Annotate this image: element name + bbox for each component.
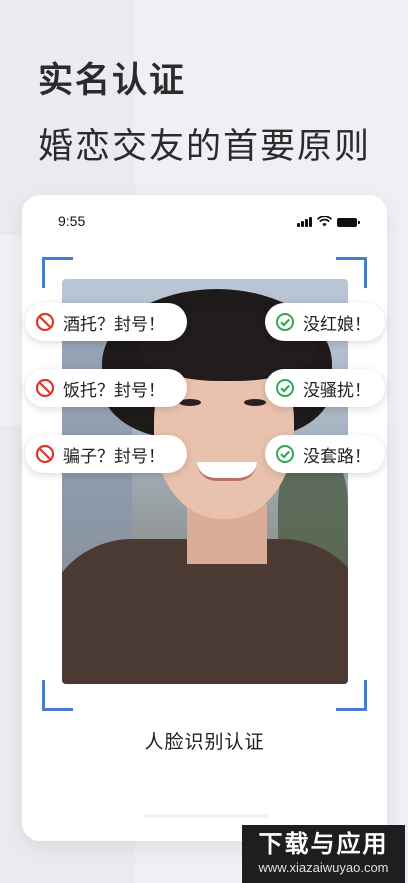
prohibited-icon [35,378,55,398]
watermark-title: 下载与应用 [258,830,389,858]
tag-no-matchmaker: 没红娘！ [265,303,385,341]
tag-no-harassment: 没骚扰！ [265,369,385,407]
status-time: 9:55 [58,213,86,229]
tag-label: 没套路！ [303,446,371,467]
prohibited-icon [35,444,55,464]
page-subtitle: 婚恋交友的首要原则 [38,127,372,167]
phone-mockup: 9:55 人脸识别认证 [22,195,387,841]
tag-label: 酒托？封号！ [63,314,165,335]
status-icons [297,216,360,227]
watermark: 下载与应用 www.xiazaiwuyao.com [242,825,405,883]
watermark-url: www.xiazaiwuyao.com [258,860,389,875]
scan-frame-corner-bottom-left [42,680,73,711]
tag-label: 没红娘！ [303,314,371,335]
face-recognition-caption: 人脸识别认证 [144,731,265,753]
check-circle-icon [276,313,294,331]
cellular-signal-icon [297,217,312,227]
tag-label: 饭托？封号！ [63,380,165,401]
page-title: 实名认证 [38,61,187,101]
status-bar: 9:55 [22,195,387,245]
battery-icon [337,218,360,227]
home-indicator [144,814,269,818]
check-circle-icon [276,379,294,397]
tag-drink-scam-banned: 酒托？封号！ [25,303,187,341]
wifi-icon [317,216,332,227]
prohibited-icon [35,312,55,332]
tag-meal-scam-banned: 饭托？封号！ [25,369,187,407]
scan-frame-corner-bottom-right [336,680,367,711]
check-circle-icon [276,445,294,463]
tag-no-tricks: 没套路！ [265,435,385,473]
tag-label: 没骚扰！ [303,380,371,401]
tag-label: 骗子？封号！ [63,446,165,467]
tag-fraud-banned: 骗子？封号！ [25,435,187,473]
